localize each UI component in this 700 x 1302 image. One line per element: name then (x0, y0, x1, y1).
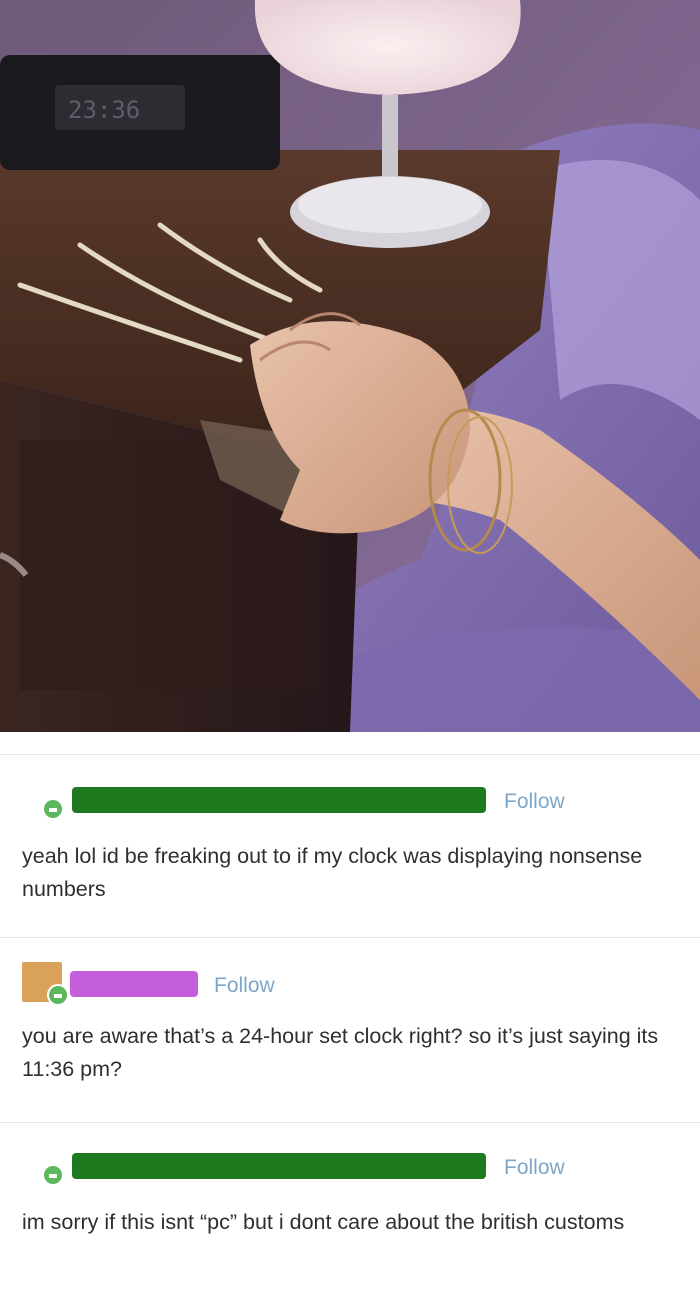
follow-button[interactable]: Follow (504, 1156, 565, 1180)
follow-button[interactable]: Follow (214, 974, 275, 998)
comment-post-1: Follow yeah lol id be freaking out to if… (0, 772, 700, 932)
meme-photo: 23:36 (0, 0, 700, 732)
user-avatar-icon[interactable] (42, 1164, 64, 1186)
follow-button[interactable]: Follow (504, 790, 565, 814)
divider (0, 1122, 700, 1123)
comment-text: yeah lol id be freaking out to if my clo… (22, 844, 643, 901)
divider (0, 937, 700, 938)
user-avatar-icon[interactable] (42, 798, 64, 820)
comment-thread: Follow yeah lol id be freaking out to if… (0, 732, 700, 1302)
comment-text: im sorry if this isnt “pc” but i dont ca… (22, 1210, 625, 1234)
redacted-username-bar (72, 1153, 486, 1179)
redacted-username-bar (70, 971, 198, 997)
comment-post-2: Follow you are aware that’s a 24-hour se… (0, 954, 700, 1124)
badge-icon (47, 984, 69, 1006)
redacted-username-bar (72, 787, 486, 813)
clock-display-text: 23:36 (68, 96, 140, 124)
comment-post-3: Follow im sorry if this isnt “pc” but i … (0, 1138, 700, 1298)
comment-text: you are aware that’s a 24-hour set clock… (22, 1024, 659, 1081)
bedside-scene-illustration: 23:36 (0, 0, 700, 732)
divider (0, 754, 700, 755)
